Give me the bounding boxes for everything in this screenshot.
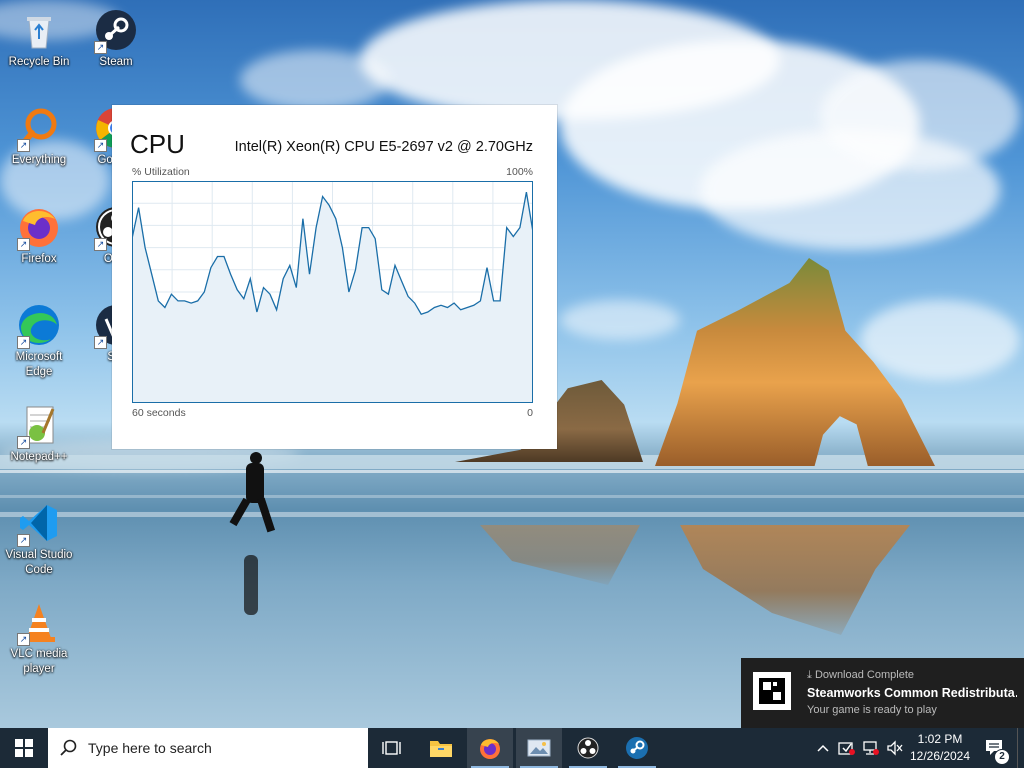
desktop-icon-label: Notepad++ bbox=[10, 451, 68, 463]
steam-icon: ↗ bbox=[94, 8, 138, 54]
search-placeholder: Type here to search bbox=[88, 740, 212, 756]
vscode-icon: ↗ bbox=[17, 501, 61, 547]
steamworks-app-icon bbox=[753, 672, 791, 710]
cpu-title: CPU bbox=[130, 129, 185, 159]
chevron-up-icon bbox=[817, 744, 829, 752]
desktop-icon-edge[interactable]: ↗ Microsoft Edge bbox=[1, 303, 77, 380]
notification-count-badge: 2 bbox=[994, 749, 1010, 765]
notepad-plus-plus-icon: ↗ bbox=[17, 403, 61, 449]
start-button[interactable] bbox=[0, 728, 48, 768]
windows-logo-icon bbox=[15, 739, 33, 757]
recycle-bin-icon bbox=[17, 8, 61, 52]
desktop-icon-label: Microsoft Edge bbox=[15, 351, 63, 378]
desktop-icon-label: Recycle Bin bbox=[8, 56, 70, 68]
desktop-icon-everything[interactable]: ↗ Everything bbox=[1, 106, 77, 168]
obs-taskbar-button[interactable] bbox=[565, 728, 611, 768]
everything-search-icon: ↗ bbox=[17, 106, 61, 152]
desktop-icon-label: Visual Studio Code bbox=[5, 549, 73, 576]
notification-header: ⤓ Download Complete bbox=[807, 669, 914, 681]
steam-taskbar-button[interactable] bbox=[614, 728, 660, 768]
notification-title: Steamworks Common Redistributa… bbox=[807, 686, 1017, 700]
notification-body: Your game is ready to play bbox=[807, 704, 937, 716]
y-axis-label: % Utilization bbox=[132, 166, 190, 178]
search-icon bbox=[60, 739, 77, 756]
desktop-icon-label: Firefox bbox=[21, 253, 57, 265]
cpu-performance-widget[interactable]: CPU Intel(R) Xeon(R) CPU E5-2697 v2 @ 2.… bbox=[112, 105, 557, 449]
image-app-icon bbox=[527, 739, 551, 757]
y-axis-max-label: 100% bbox=[506, 166, 533, 178]
clock-time: 1:02 PM bbox=[917, 732, 963, 746]
desktop-icon-vscode[interactable]: ↗ Visual Studio Code bbox=[1, 501, 77, 578]
taskbar-search-box[interactable]: Type here to search bbox=[48, 728, 368, 768]
clock-date: 12/26/2024 bbox=[909, 749, 971, 763]
desktop-icon-notepad-plus-plus[interactable]: ↗ Notepad++ bbox=[1, 403, 77, 465]
task-view-icon bbox=[382, 741, 401, 755]
vlc-icon: ↗ bbox=[17, 600, 61, 646]
tray-security-icon bbox=[838, 742, 855, 755]
desktop-icon-steam[interactable]: ↗ Steam bbox=[78, 8, 154, 70]
cpu-utilization-graph bbox=[132, 181, 533, 403]
utilization-area bbox=[132, 192, 533, 403]
cpu-model-name: Intel(R) Xeon(R) CPU E5-2697 v2 @ 2.70GH… bbox=[234, 139, 533, 155]
desktop-icon-label: Everything bbox=[11, 154, 67, 166]
download-icon: ⤓ bbox=[807, 669, 812, 681]
edge-icon: ↗ bbox=[17, 303, 61, 349]
download-complete-notification[interactable]: ⤓ Download Complete Steamworks Common Re… bbox=[741, 658, 1024, 728]
photos-taskbar-button[interactable] bbox=[516, 728, 562, 768]
clock[interactable]: 1:02 PM 12/26/2024 bbox=[900, 731, 980, 765]
task-view-button[interactable] bbox=[369, 728, 415, 768]
network-disconnected-icon bbox=[863, 741, 879, 755]
obs-studio-icon bbox=[577, 737, 599, 759]
desktop-icon-label: Steam bbox=[99, 56, 133, 68]
firefox-icon bbox=[480, 739, 500, 759]
show-hidden-icons-button[interactable] bbox=[812, 728, 834, 768]
desktop-icon-vlc[interactable]: ↗ VLC media player bbox=[1, 600, 77, 677]
network-status-button[interactable] bbox=[860, 728, 882, 768]
desktop-icon-firefox[interactable]: ↗ Firefox bbox=[1, 205, 77, 267]
x-axis-right-label: 0 bbox=[527, 407, 533, 419]
firefox-taskbar-button[interactable] bbox=[467, 728, 513, 768]
steam-icon bbox=[626, 737, 648, 759]
taskbar: Type here to search 1:02 PM 12/26/2024 2 bbox=[0, 728, 1024, 768]
folder-icon bbox=[430, 741, 452, 757]
desktop-icon-recycle-bin[interactable]: Recycle Bin bbox=[1, 8, 77, 70]
tray-app-button[interactable] bbox=[836, 728, 858, 768]
x-axis-left-label: 60 seconds bbox=[132, 407, 186, 419]
show-desktop-button[interactable] bbox=[1017, 728, 1024, 768]
desktop-icon-label: VLC media player bbox=[10, 648, 68, 675]
firefox-icon: ↗ bbox=[17, 205, 61, 251]
file-explorer-button[interactable] bbox=[418, 728, 464, 768]
